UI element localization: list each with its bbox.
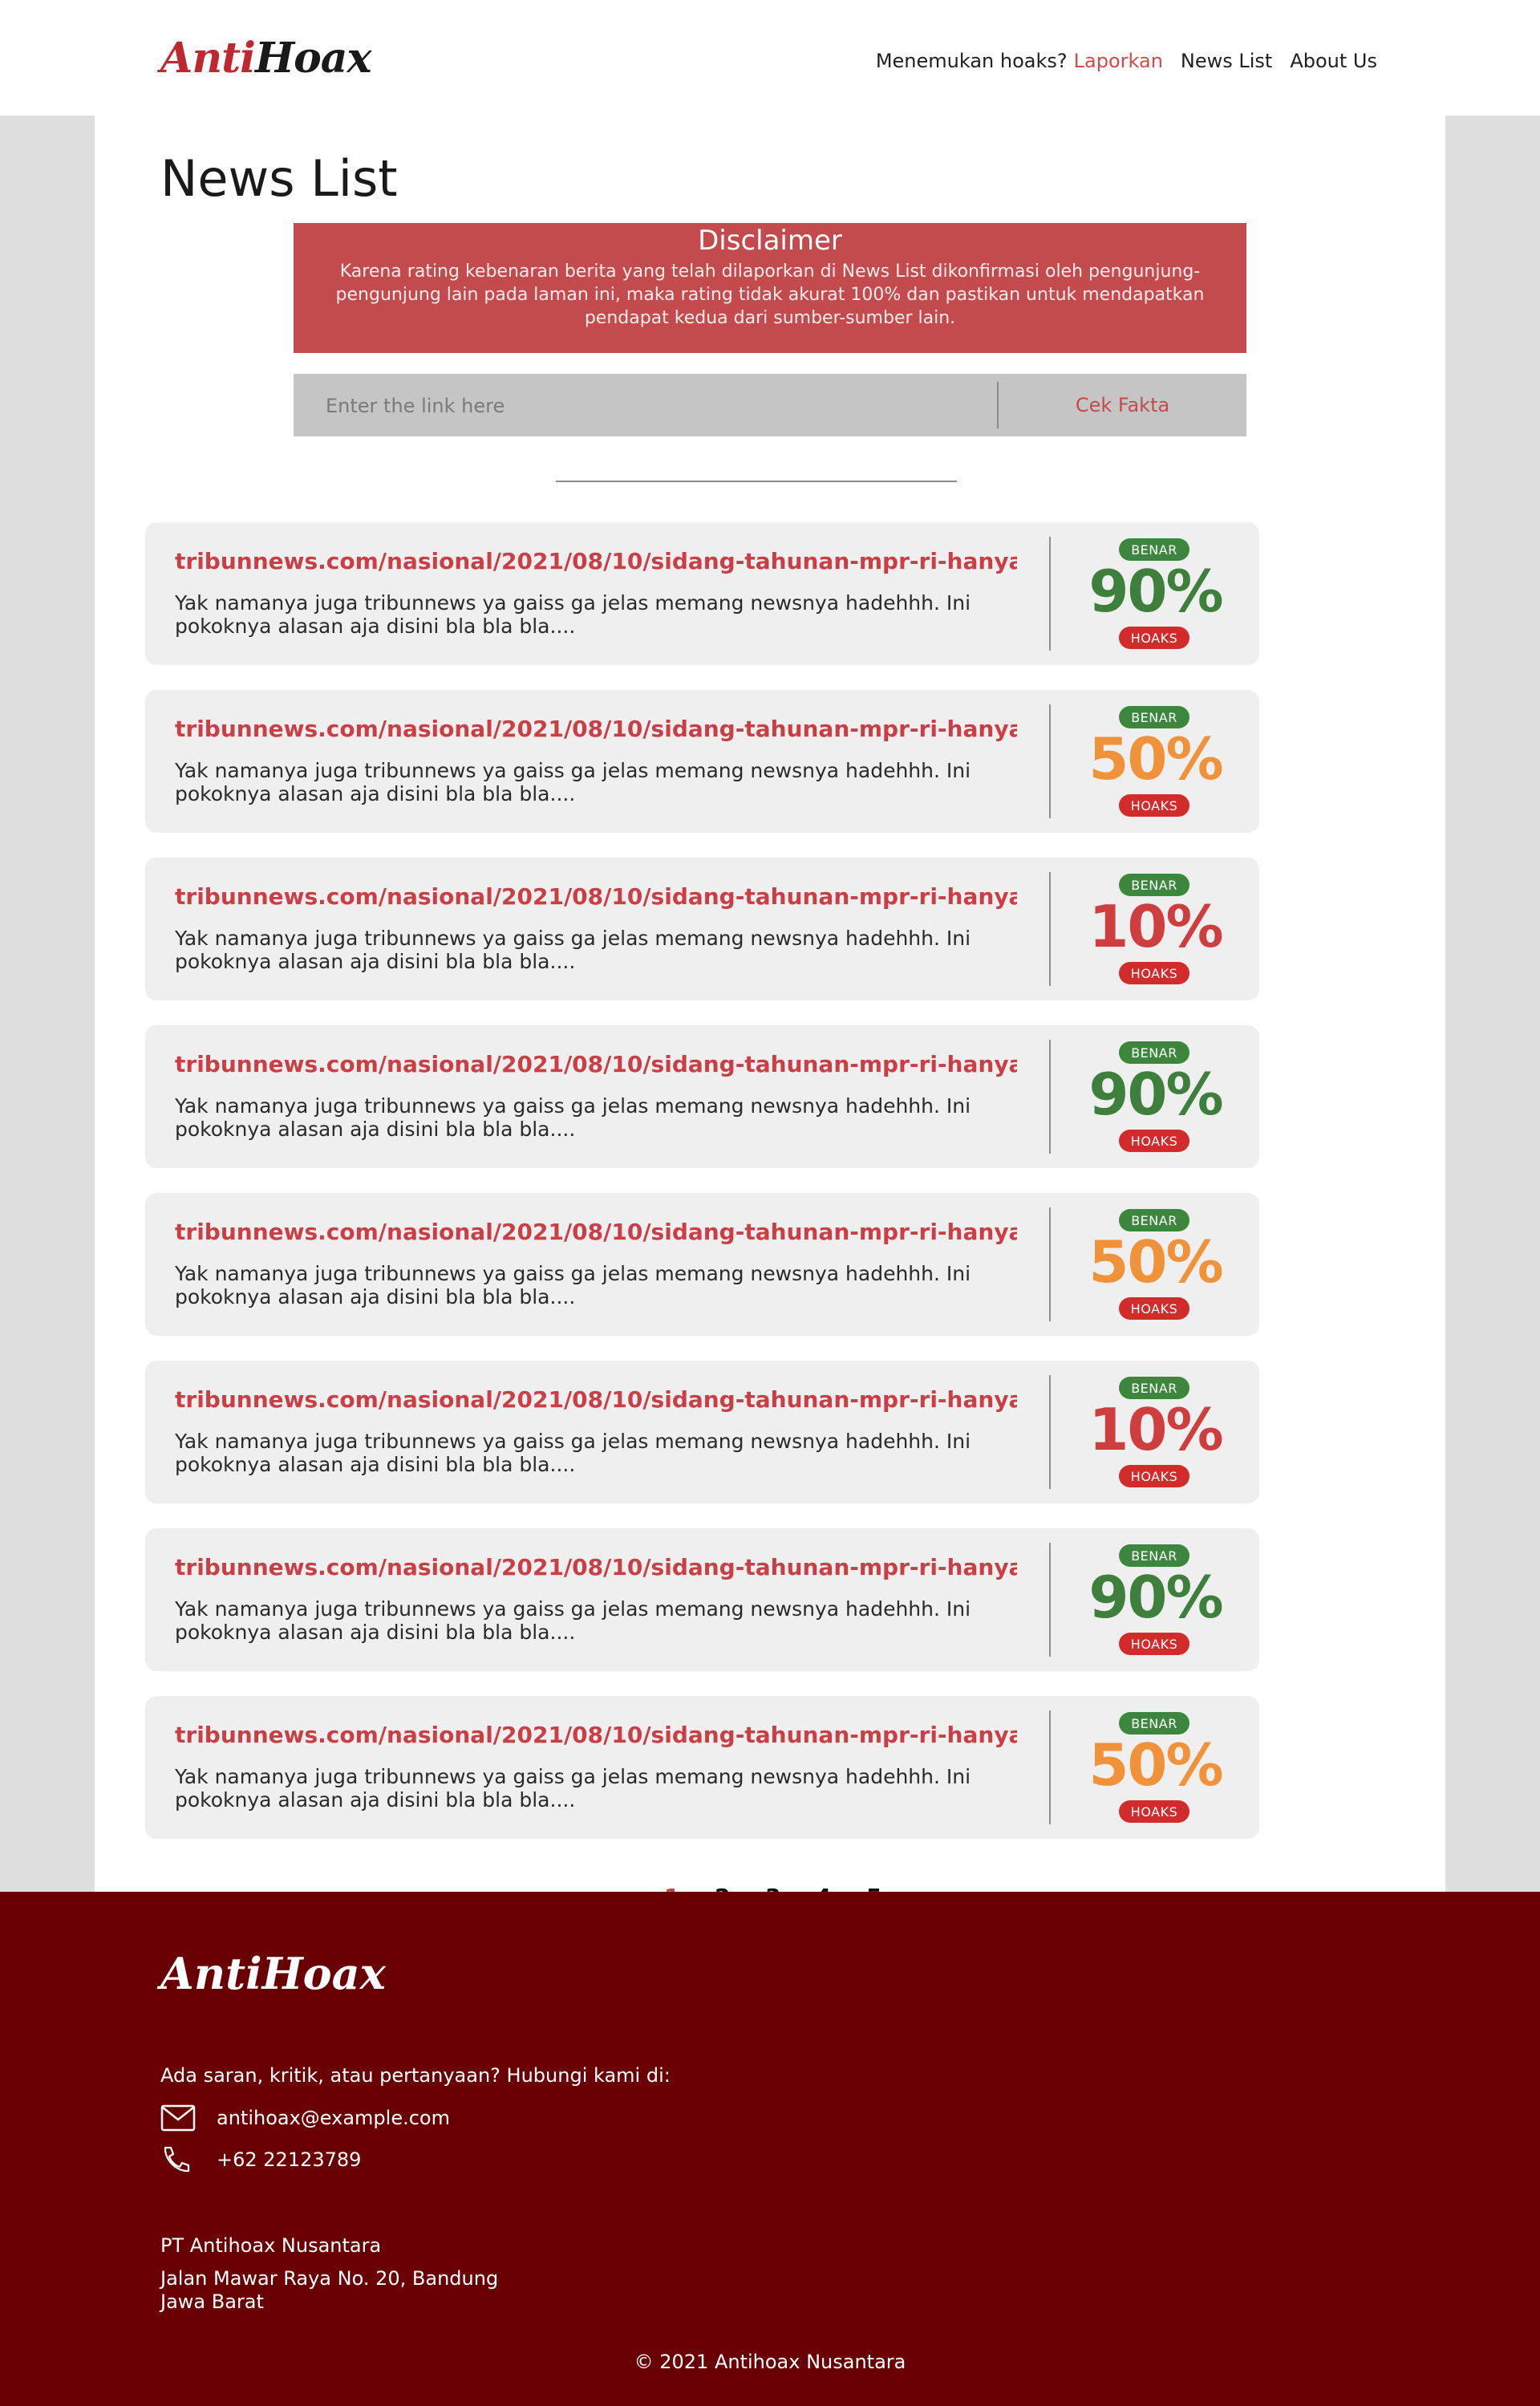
- news-card[interactable]: tribunnews.com/nasional/2021/08/10/sidan…: [145, 1193, 1259, 1336]
- link-check-form: Enter the link here Cek Fakta: [294, 374, 1246, 436]
- cek-fakta-button[interactable]: Cek Fakta: [999, 374, 1246, 436]
- logo-anti: Anti: [160, 34, 256, 83]
- main-content: News List Disclaimer Karena rating keben…: [95, 116, 1445, 1910]
- news-card[interactable]: tribunnews.com/nasional/2021/08/10/sidan…: [145, 522, 1259, 665]
- logo-hoax: Hoax: [254, 34, 372, 83]
- news-url-link[interactable]: tribunnews.com/nasional/2021/08/10/sidan…: [175, 1051, 1017, 1077]
- disclaimer-box: Disclaimer Karena rating kebenaran berit…: [294, 223, 1246, 353]
- mail-icon: [160, 2104, 196, 2132]
- link-input[interactable]: Enter the link here: [326, 395, 505, 417]
- news-url-link[interactable]: tribunnews.com/nasional/2021/08/10/sidan…: [175, 883, 1017, 910]
- site-logo[interactable]: AntiHoax: [160, 34, 371, 83]
- footer-phone-row: +62 22123789: [160, 2145, 361, 2174]
- footer-address-line1: Jalan Mawar Raya No. 20, Bandung: [160, 2267, 499, 2290]
- rating-panel: BENAR 50% HOAKS: [1052, 690, 1259, 833]
- news-url-link[interactable]: tribunnews.com/nasional/2021/08/10/sidan…: [175, 716, 1017, 742]
- hoaks-badge[interactable]: HOAKS: [1119, 1633, 1189, 1655]
- section-divider: [556, 481, 957, 482]
- news-description: Yak namanya juga tribunnews ya gaiss ga …: [175, 1430, 971, 1476]
- news-url-link[interactable]: tribunnews.com/nasional/2021/08/10/sidan…: [175, 548, 1017, 574]
- footer-company: PT Antihoax Nusantara: [160, 2234, 382, 2257]
- hoaks-badge[interactable]: HOAKS: [1119, 1800, 1189, 1823]
- news-card[interactable]: tribunnews.com/nasional/2021/08/10/sidan…: [145, 1528, 1259, 1671]
- news-description: Yak namanya juga tribunnews ya gaiss ga …: [175, 1597, 971, 1644]
- site-footer: AntiHoax Ada saran, kritik, atau pertany…: [0, 1892, 1540, 2406]
- rating-panel: BENAR 90% HOAKS: [1052, 1528, 1259, 1671]
- hoaks-badge[interactable]: HOAKS: [1119, 1297, 1189, 1320]
- nav-question: Menemukan hoaks?: [875, 50, 1068, 72]
- news-description: Yak namanya juga tribunnews ya gaiss ga …: [175, 927, 971, 973]
- rating-panel: BENAR 50% HOAKS: [1052, 1696, 1259, 1839]
- footer-address: Jalan Mawar Raya No. 20, Bandung Jawa Ba…: [160, 2267, 498, 2314]
- phone-icon: [164, 2146, 190, 2173]
- main-nav: Menemukan hoaks? Laporkan News List Abou…: [876, 50, 1377, 72]
- footer-email-row: antihoax@example.com: [160, 2104, 450, 2132]
- hoaks-badge[interactable]: HOAKS: [1119, 627, 1189, 649]
- news-description: Yak namanya juga tribunnews ya gaiss ga …: [175, 759, 971, 805]
- hoaks-badge[interactable]: HOAKS: [1119, 794, 1189, 817]
- news-description: Yak namanya juga tribunnews ya gaiss ga …: [175, 1765, 971, 1812]
- rating-panel: BENAR 10% HOAKS: [1052, 1361, 1259, 1503]
- nav-news-list-link[interactable]: News List: [1181, 50, 1272, 72]
- footer-logo[interactable]: AntiHoax: [160, 1948, 386, 1999]
- card-divider: [1049, 872, 1051, 986]
- rating-panel: BENAR 90% HOAKS: [1052, 1025, 1259, 1168]
- card-divider: [1049, 1207, 1051, 1321]
- card-divider: [1049, 1375, 1051, 1489]
- footer-email[interactable]: antihoax@example.com: [217, 2107, 450, 2129]
- rating-panel: BENAR 10% HOAKS: [1052, 858, 1259, 1000]
- news-url-link[interactable]: tribunnews.com/nasional/2021/08/10/sidan…: [175, 1554, 1017, 1580]
- footer-contact-title: Ada saran, kritik, atau pertanyaan? Hubu…: [160, 2064, 671, 2087]
- news-card[interactable]: tribunnews.com/nasional/2021/08/10/sidan…: [145, 690, 1259, 833]
- news-url-link[interactable]: tribunnews.com/nasional/2021/08/10/sidan…: [175, 1386, 1017, 1413]
- rating-percentage: 90%: [1088, 558, 1223, 625]
- rating-percentage: 50%: [1088, 725, 1223, 793]
- nav-report-link[interactable]: Laporkan: [1074, 50, 1163, 72]
- news-url-link[interactable]: tribunnews.com/nasional/2021/08/10/sidan…: [175, 1722, 1017, 1748]
- footer-address-line2: Jawa Barat: [160, 2290, 264, 2313]
- rating-panel: BENAR 90% HOAKS: [1052, 522, 1259, 665]
- rating-percentage: 90%: [1088, 1061, 1223, 1128]
- rating-percentage: 10%: [1088, 1396, 1223, 1463]
- page-title: News List: [160, 149, 398, 208]
- news-url-link[interactable]: tribunnews.com/nasional/2021/08/10/sidan…: [175, 1219, 1017, 1245]
- rating-percentage: 50%: [1088, 1228, 1223, 1296]
- card-divider: [1049, 704, 1051, 818]
- site-header: AntiHoax Menemukan hoaks? Laporkan News …: [0, 0, 1540, 116]
- news-card[interactable]: tribunnews.com/nasional/2021/08/10/sidan…: [145, 1361, 1259, 1503]
- disclaimer-text: Karena rating kebenaran berita yang tela…: [335, 262, 1205, 328]
- news-description: Yak namanya juga tribunnews ya gaiss ga …: [175, 1262, 971, 1308]
- hoaks-badge[interactable]: HOAKS: [1119, 1130, 1189, 1152]
- hoaks-badge[interactable]: HOAKS: [1119, 1465, 1189, 1487]
- nav-about-link[interactable]: About Us: [1290, 50, 1377, 72]
- news-description: Yak namanya juga tribunnews ya gaiss ga …: [175, 1094, 971, 1141]
- card-divider: [1049, 1040, 1051, 1154]
- rating-percentage: 10%: [1088, 893, 1223, 960]
- card-divider: [1049, 1543, 1051, 1657]
- footer-copyright: © 2021 Antihoax Nusantara: [634, 2351, 906, 2373]
- rating-percentage: 90%: [1088, 1564, 1223, 1631]
- disclaimer-title: Disclaimer: [698, 225, 842, 257]
- rating-percentage: 50%: [1088, 1731, 1223, 1799]
- card-divider: [1049, 537, 1051, 651]
- news-card[interactable]: tribunnews.com/nasional/2021/08/10/sidan…: [145, 858, 1259, 1000]
- hoaks-badge[interactable]: HOAKS: [1119, 962, 1189, 984]
- news-card[interactable]: tribunnews.com/nasional/2021/08/10/sidan…: [145, 1696, 1259, 1839]
- card-divider: [1049, 1710, 1051, 1824]
- news-description: Yak namanya juga tribunnews ya gaiss ga …: [175, 591, 971, 638]
- rating-panel: BENAR 50% HOAKS: [1052, 1193, 1259, 1336]
- footer-phone[interactable]: +62 22123789: [217, 2148, 361, 2171]
- news-card[interactable]: tribunnews.com/nasional/2021/08/10/sidan…: [145, 1025, 1259, 1168]
